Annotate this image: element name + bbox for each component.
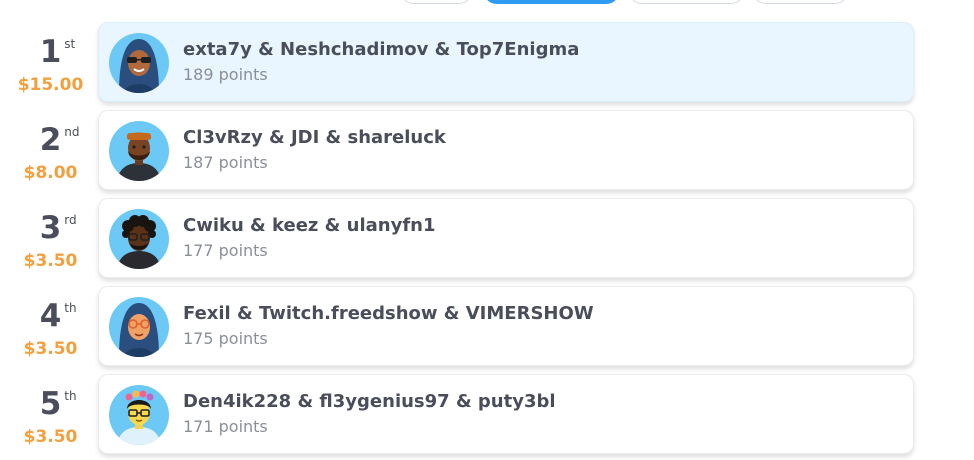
filter-tab-4[interactable] — [752, 0, 849, 4]
team-points: 175 points — [183, 329, 268, 348]
rank-block: 1st $15.00 — [8, 37, 93, 94]
rank-suffix: nd — [64, 125, 80, 139]
leaderboard-row[interactable]: Cwiku & keez & ulanyfn1 177 points — [98, 198, 914, 278]
prize-amount: $3.50 — [23, 339, 78, 359]
filter-tab-1[interactable] — [400, 0, 473, 4]
bearded-man-avatar — [109, 121, 169, 181]
rank-suffix: th — [64, 389, 77, 403]
rank-suffix: st — [64, 37, 76, 51]
hijab-sunglasses-avatar — [109, 33, 169, 93]
rank-block: 5th $3.50 — [8, 389, 93, 446]
filter-tab-3[interactable] — [628, 0, 745, 4]
team-points: 187 points — [183, 153, 268, 172]
team-points: 171 points — [183, 417, 268, 436]
team-names: exta7y & Neshchadimov & Top7Enigma — [183, 39, 580, 60]
rank-block: 3rd $3.50 — [8, 213, 93, 270]
team-names: Cl3vRzy & JDI & shareluck — [183, 127, 446, 148]
filter-tab-2-active[interactable] — [483, 0, 620, 4]
rank-number: 5th — [39, 386, 77, 422]
leaderboard-row[interactable]: exta7y & Neshchadimov & Top7Enigma 189 p… — [98, 22, 914, 102]
team-names: Fexil & Twitch.freedshow & VIMERSHOW — [183, 303, 594, 324]
leaderboard-row[interactable]: Fexil & Twitch.freedshow & VIMERSHOW 175… — [98, 286, 914, 366]
leaderboard-row[interactable]: Den4ik228 & fl3ygenius97 & puty3bl 171 p… — [98, 374, 914, 454]
team-points: 189 points — [183, 65, 268, 84]
rank-number: 1st — [39, 34, 76, 70]
prize-amount: $15.00 — [17, 75, 84, 95]
team-points: 177 points — [183, 241, 268, 260]
prize-amount: $8.00 — [23, 163, 78, 183]
leaderboard-row[interactable]: Cl3vRzy & JDI & shareluck 187 points — [98, 110, 914, 190]
rank-suffix: rd — [64, 213, 77, 227]
rank-block: 2nd $8.00 — [8, 125, 93, 182]
team-names: Den4ik228 & fl3ygenius97 & puty3bl — [183, 391, 556, 412]
rank-number: 4th — [39, 298, 77, 334]
rank-number: 3rd — [39, 210, 77, 246]
rank-suffix: th — [64, 301, 77, 315]
rank-block: 4th $3.50 — [8, 301, 93, 358]
flower-crown-avatar — [109, 385, 169, 445]
rank-number: 2nd — [39, 122, 80, 158]
curly-hair-glasses-avatar — [109, 209, 169, 269]
prize-amount: $3.50 — [23, 251, 78, 271]
team-names: Cwiku & keez & ulanyfn1 — [183, 215, 436, 236]
hijab-glasses-avatar — [109, 297, 169, 357]
prize-amount: $3.50 — [23, 427, 78, 447]
